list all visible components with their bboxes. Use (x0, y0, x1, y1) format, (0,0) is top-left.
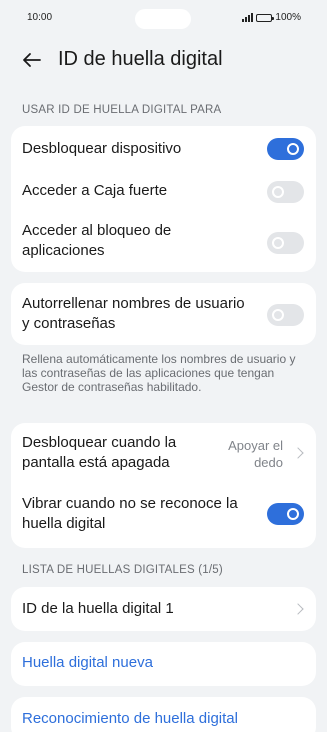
battery-percent: 100% (275, 12, 301, 23)
new-fingerprint-button[interactable]: Huella digital nueva (11, 642, 316, 686)
row-safe[interactable]: Acceder a Caja fuerte (11, 172, 316, 214)
row-app-lock[interactable]: Acceder al bloqueo de aplicaciones (11, 214, 316, 272)
new-fingerprint-card: Huella digital nueva (11, 642, 316, 686)
new-fingerprint-label: Huella digital nueva (22, 654, 153, 671)
recognition-button[interactable]: Reconocimiento de huella digital (11, 697, 316, 732)
chevron-right-icon (292, 447, 304, 459)
unlock-device-toggle[interactable] (267, 138, 304, 160)
row-autofill[interactable]: Autorrellenar nombres de usuario y contr… (11, 283, 316, 345)
battery-icon (256, 13, 275, 22)
section-label-use: USAR ID DE HUELLA DIGITAL PARA (22, 104, 222, 116)
header: ID de huella digital (0, 40, 327, 80)
section-label-list: LISTA DE HUELLAS DIGITALES (1/5) (22, 564, 223, 576)
row-label: Acceder a Caja fuerte (22, 182, 168, 199)
back-button[interactable] (18, 46, 46, 74)
fingerprint-item-1[interactable]: ID de la huella digital 1 (11, 587, 316, 631)
page-title: ID de huella digital (58, 48, 223, 70)
status-time: 10:00 (27, 12, 53, 23)
screen-off-value: Apoyar el dedo (228, 438, 283, 470)
row-label: Desbloquear cuando la pantalla está apag… (22, 434, 177, 471)
status-bar: 10:00 100% (0, 0, 327, 36)
phone-screen: 10:00 100% ID de huella digital USAR ID … (0, 0, 327, 732)
row-label: Autorrellenar nombres de usuario y contr… (22, 295, 245, 332)
chevron-right-icon (292, 603, 304, 615)
recognition-label: Reconocimiento de huella digital (22, 710, 238, 727)
camera-cutout (135, 9, 191, 29)
row-label: Vibrar cuando no se reconoce la huella d… (22, 495, 238, 532)
signal-icon (242, 13, 254, 22)
row-label: ID de la huella digital 1 (22, 600, 174, 617)
app-lock-toggle[interactable] (267, 232, 304, 254)
row-screen-off-unlock[interactable]: Desbloquear cuando la pantalla está apag… (11, 423, 316, 484)
autofill-toggle[interactable] (267, 304, 304, 326)
autofill-card: Autorrellenar nombres de usuario y contr… (11, 283, 316, 345)
recognition-card: Reconocimiento de huella digital (11, 697, 316, 732)
arrow-left-icon (23, 53, 41, 67)
safe-toggle[interactable] (267, 181, 304, 203)
row-label: Desbloquear dispositivo (22, 140, 182, 157)
row-label: Acceder al bloqueo de aplicaciones (22, 222, 172, 259)
fingerprint-list-card: ID de la huella digital 1 (11, 587, 316, 631)
row-unlock-device[interactable]: Desbloquear dispositivo (11, 126, 316, 172)
status-icons: 100% (242, 12, 301, 23)
use-card: Desbloquear dispositivo Acceder a Caja f… (11, 126, 316, 272)
autofill-hint: Rellena automáticamente los nombres de u… (22, 352, 296, 394)
vibrate-toggle[interactable] (267, 503, 304, 525)
options-card: Desbloquear cuando la pantalla está apag… (11, 423, 316, 548)
row-vibrate[interactable]: Vibrar cuando no se reconoce la huella d… (11, 484, 316, 548)
